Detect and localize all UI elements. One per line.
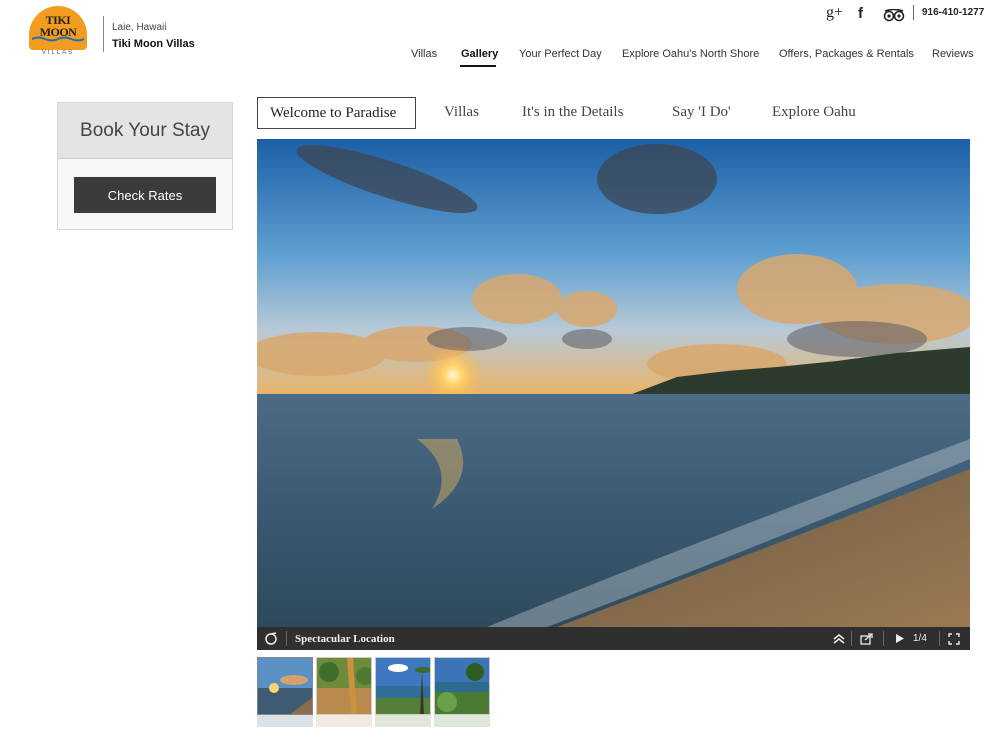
thumbnail-reflection bbox=[375, 715, 431, 727]
thumbnail-reflection bbox=[257, 715, 313, 727]
toolbar-divider bbox=[883, 631, 884, 646]
thumbnail-4[interactable] bbox=[434, 657, 490, 715]
brand-divider bbox=[103, 16, 104, 52]
nav-item-offers-packages-rentals[interactable]: Offers, Packages & Rentals bbox=[779, 48, 914, 60]
logo-wordmark: TIKI MOON bbox=[29, 14, 87, 38]
gallery-toolbar: Spectacular Location 1/4 bbox=[257, 627, 970, 650]
main-nav: Villas Gallery Your Perfect Day Explore … bbox=[0, 48, 1000, 68]
thumbnail-1[interactable] bbox=[257, 657, 313, 715]
collapse-icon[interactable] bbox=[833, 627, 845, 650]
tab-explore-oahu[interactable]: Explore Oahu bbox=[772, 97, 856, 129]
booking-title: Book Your Stay bbox=[58, 103, 232, 159]
image-counter: 1/4 bbox=[913, 633, 927, 644]
tripadvisor-icon[interactable] bbox=[883, 6, 905, 24]
tab-welcome-to-paradise[interactable]: Welcome to Paradise bbox=[257, 97, 416, 129]
logo-sun-icon: TIKI MOON bbox=[29, 6, 87, 50]
nav-item-reviews[interactable]: Reviews bbox=[932, 48, 974, 60]
thumbnail-2[interactable] bbox=[316, 657, 372, 715]
facebook-icon[interactable]: f bbox=[858, 4, 863, 22]
check-rates-button[interactable]: Check Rates bbox=[74, 177, 216, 213]
tab-say-i-do[interactable]: Say 'I Do' bbox=[672, 97, 731, 129]
image-caption: Spectacular Location bbox=[295, 632, 395, 645]
play-icon[interactable] bbox=[896, 627, 904, 650]
toolbar-divider bbox=[939, 631, 940, 646]
toolbar-divider bbox=[851, 631, 852, 646]
thumbnail-reflection bbox=[316, 715, 372, 727]
header-divider bbox=[913, 5, 914, 20]
nav-item-your-perfect-day[interactable]: Your Perfect Day bbox=[519, 48, 602, 60]
thumbnail-3[interactable] bbox=[375, 657, 431, 715]
share-icon[interactable] bbox=[860, 627, 873, 650]
thumbnail-reflection bbox=[434, 715, 490, 727]
beach-sunset-photo bbox=[257, 139, 970, 627]
nav-item-explore-north-shore[interactable]: Explore Oahu's North Shore bbox=[622, 48, 759, 60]
brand-location: Laie, Hawaii bbox=[112, 22, 167, 33]
facebook-glyph: f bbox=[858, 4, 863, 22]
tab-villas[interactable]: Villas bbox=[444, 97, 479, 129]
tab-its-in-the-details[interactable]: It's in the Details bbox=[522, 97, 623, 129]
google-plus-glyph: g+ bbox=[826, 4, 844, 21]
gallery-viewer[interactable]: Spectacular Location 1/4 bbox=[257, 139, 970, 650]
booking-widget: Book Your Stay Check Rates bbox=[57, 102, 233, 230]
google-plus-icon[interactable]: g+ bbox=[826, 4, 843, 22]
phone-number[interactable]: 916-410-1277 bbox=[922, 7, 984, 18]
logo-wave-icon bbox=[32, 36, 84, 42]
nav-item-gallery[interactable]: Gallery bbox=[461, 48, 498, 60]
nav-item-villas[interactable]: Villas bbox=[411, 48, 437, 60]
nav-active-indicator bbox=[460, 65, 496, 67]
fullscreen-icon[interactable] bbox=[948, 627, 960, 650]
fullscreen-slideshow-icon[interactable] bbox=[264, 627, 278, 650]
toolbar-divider bbox=[286, 631, 287, 646]
